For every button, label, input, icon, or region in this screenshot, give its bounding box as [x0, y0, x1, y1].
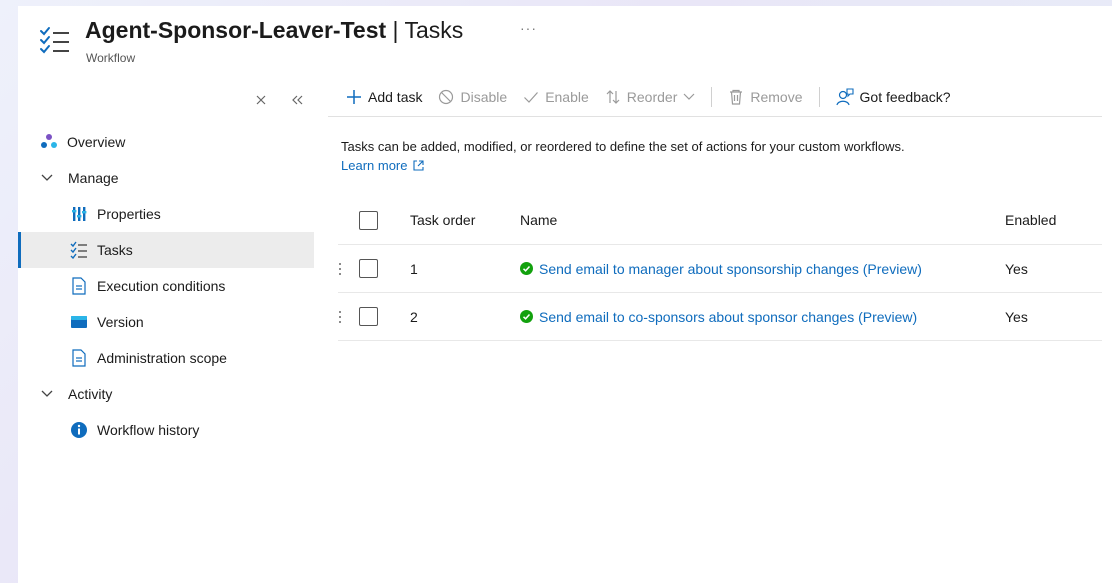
sidebar-item-label: Execution conditions [97, 278, 226, 294]
reorder-arrows-icon [605, 89, 621, 105]
row-checkbox[interactable] [359, 307, 378, 326]
task-name-link[interactable]: Send email to co-sponsors about sponsor … [520, 309, 917, 325]
task-order-cell: 1 [410, 260, 418, 277]
add-task-button[interactable]: Add task [346, 89, 422, 105]
task-name-label: Send email to co-sponsors about sponsor … [539, 308, 918, 325]
prohibited-icon [438, 89, 454, 105]
close-icon [256, 95, 266, 105]
feedback-label: Got feedback? [859, 89, 951, 105]
double-chevron-left-icon [292, 95, 303, 105]
sidebar-item-execution-conditions[interactable]: Execution conditions [18, 268, 314, 304]
sidebar-group-manage[interactable]: Manage [18, 160, 314, 196]
row-checkbox[interactable] [359, 259, 378, 278]
sidebar-item-overview[interactable]: Overview [18, 124, 314, 160]
document-icon [70, 277, 88, 295]
chevron-down-icon [40, 174, 54, 182]
sidebar-item-version[interactable]: Version [18, 304, 314, 340]
enable-label: Enable [545, 89, 589, 105]
success-check-icon [520, 262, 533, 275]
tasks-table: Task order Name Enabled 1 Send email to … [338, 196, 1102, 341]
info-icon [70, 421, 88, 439]
table-row[interactable]: 1 Send email to manager about sponsorshi… [338, 245, 1102, 293]
disable-button[interactable]: Disable [438, 89, 507, 105]
workflow-icon [39, 26, 71, 54]
sidebar-item-label: Administration scope [97, 350, 227, 366]
add-task-label: Add task [368, 89, 423, 105]
enable-button[interactable]: Enable [523, 89, 589, 105]
toolbar-divider [818, 87, 820, 107]
remove-button[interactable]: Remove [728, 89, 803, 105]
sidebar-item-label: Properties [97, 206, 161, 222]
page-title-separator: | [386, 17, 405, 43]
feedback-person-icon [835, 88, 854, 106]
workflow-tasks-page: Agent-Sponsor-Leaver-Test | Tasks Workfl… [18, 6, 1112, 583]
sidebar-group-label: Manage [68, 170, 119, 186]
reorder-button[interactable]: Reorder [605, 89, 696, 105]
select-all-cell [359, 196, 378, 244]
sidebar-group-label: Activity [68, 386, 113, 402]
overview-icon [40, 133, 58, 151]
more-options-button[interactable]: ··· [520, 20, 537, 36]
sidebar-item-label: Overview [67, 134, 126, 150]
page-header: Agent-Sponsor-Leaver-Test | Tasks Workfl… [18, 6, 1112, 76]
collapse-sidebar-button[interactable] [291, 92, 303, 112]
sidebar-group-activity[interactable]: Activity [18, 376, 314, 412]
close-sidebar-button[interactable] [256, 92, 266, 112]
page-title-section: Tasks [404, 17, 464, 43]
table-row[interactable]: 2 Send email to co-sponsors about sponso… [338, 293, 1102, 341]
task-enabled-cell: Yes [1005, 308, 1028, 325]
toolbar: Add task Disable Enable Reorder Remove G… [328, 78, 1102, 117]
row-select-cell [359, 245, 378, 292]
checkmark-icon [523, 89, 539, 105]
toolbar-divider [711, 87, 713, 107]
task-name-cell: Send email to co-sponsors about sponsor … [520, 293, 917, 340]
row-select-cell [359, 293, 378, 340]
disable-label: Disable [460, 89, 508, 105]
column-header-task-order[interactable]: Task order [410, 196, 475, 244]
sidebar-nav: Overview Manage Properties Tasks Executi… [18, 124, 314, 448]
main-content: Add task Disable Enable Reorder Remove G… [328, 78, 1112, 583]
success-check-icon [520, 310, 533, 323]
task-enabled-cell: Yes [1005, 260, 1028, 277]
task-name-cell: Send email to manager about sponsorship … [520, 245, 922, 292]
sidebar-item-label: Tasks [97, 242, 133, 258]
sidebar: Overview Manage Properties Tasks Executi… [18, 84, 314, 583]
page-title-workflow-name: Agent-Sponsor-Leaver-Test [85, 17, 387, 43]
sidebar-item-tasks[interactable]: Tasks [18, 232, 314, 268]
learn-more-label: Learn more [341, 158, 408, 173]
page-subtitle: Workflow [86, 51, 136, 65]
drag-handle-icon[interactable] [338, 293, 350, 340]
select-all-checkbox[interactable] [359, 210, 378, 230]
column-header-name[interactable]: Name [520, 196, 557, 244]
sidebar-item-label: Version [97, 314, 144, 330]
tasks-icon [70, 241, 88, 259]
remove-label: Remove [750, 89, 803, 105]
page-title: Agent-Sponsor-Leaver-Test | Tasks [85, 17, 463, 44]
task-order-cell: 2 [410, 308, 418, 325]
sidebar-item-workflow-history[interactable]: Workflow history [18, 412, 314, 448]
document-icon [70, 349, 88, 367]
tasks-description: Tasks can be added, modified, or reorder… [341, 139, 905, 154]
properties-icon [70, 205, 88, 223]
version-icon [70, 313, 88, 331]
task-name-link[interactable]: Send email to manager about sponsorship … [520, 261, 922, 277]
reorder-label: Reorder [626, 89, 678, 105]
column-header-enabled[interactable]: Enabled [1005, 196, 1056, 244]
sidebar-item-label: Workflow history [97, 422, 200, 438]
chevron-down-icon [40, 390, 54, 398]
trash-icon [728, 89, 744, 105]
table-header-row: Task order Name Enabled [338, 196, 1102, 245]
sidebar-item-administration-scope[interactable]: Administration scope [18, 340, 314, 376]
task-name-label: Send email to manager about sponsorship … [539, 260, 922, 277]
chevron-down-icon [683, 93, 695, 101]
sidebar-item-properties[interactable]: Properties [18, 196, 314, 232]
feedback-button[interactable]: Got feedback? [835, 88, 951, 106]
external-link-icon [413, 160, 425, 171]
drag-handle-icon[interactable] [338, 245, 350, 292]
learn-more-link[interactable]: Learn more [341, 158, 425, 173]
plus-icon [346, 89, 362, 105]
